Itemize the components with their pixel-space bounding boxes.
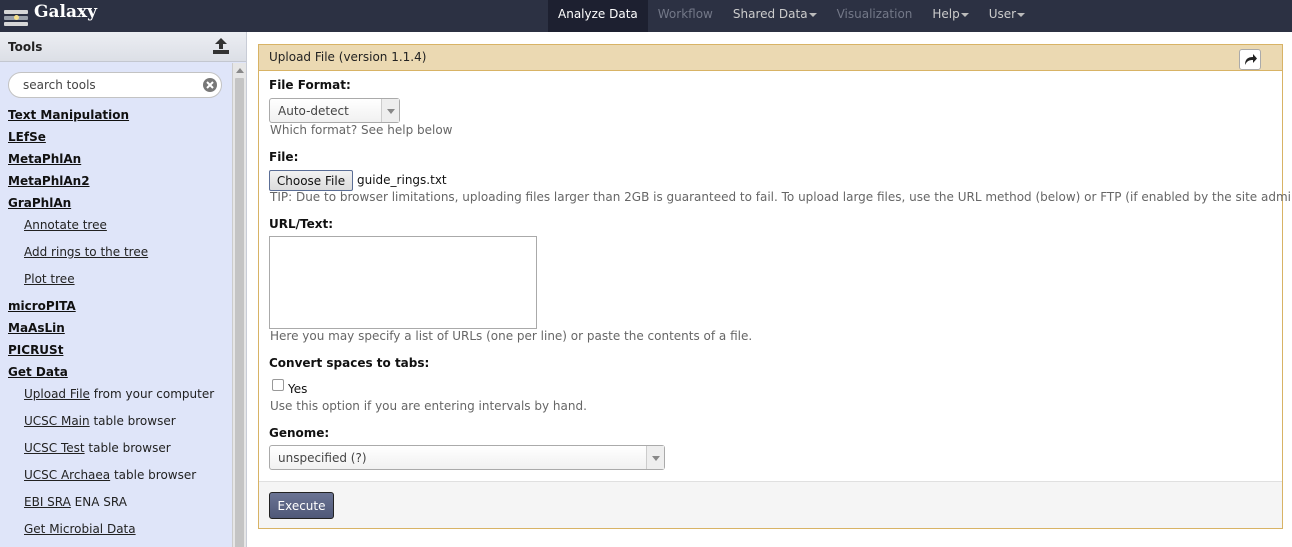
tool-add-rings[interactable]: Add rings to the tree <box>24 245 148 259</box>
genome-value: unspecified (?) <box>278 451 367 465</box>
tool-link[interactable]: Add rings to the tree <box>24 245 148 259</box>
section-micropita[interactable]: microPITA <box>8 299 76 313</box>
share-arrow-icon <box>1245 54 1257 65</box>
nav-label: Visualization <box>836 7 913 21</box>
tool-panel-title: Tools <box>8 40 43 54</box>
scroll-up-arrow-icon[interactable] <box>236 68 244 73</box>
genome-select[interactable]: unspecified (?) <box>269 445 665 470</box>
tool-desc: from your computer <box>89 387 215 401</box>
tool-ucsc-test[interactable]: UCSC Test table browser <box>24 441 171 455</box>
tool-desc: table browser <box>110 468 197 482</box>
form-title-bar: Upload File (version 1.1.4) <box>259 45 1282 71</box>
galaxy-logo-icon <box>4 4 30 28</box>
scroll-thumb[interactable] <box>235 78 244 547</box>
execute-button[interactable]: Execute <box>269 492 334 519</box>
tool-link[interactable]: Get Microbial Data <box>24 522 136 536</box>
nav-label: User <box>988 7 1017 21</box>
caret-down-icon <box>960 12 969 17</box>
section-maaslin[interactable]: MaAsLin <box>8 321 65 335</box>
convert-spaces-option[interactable]: Yes <box>288 382 307 396</box>
convert-spaces-label: Convert spaces to tabs: <box>269 356 430 370</box>
tool-link[interactable]: Annotate tree <box>24 218 107 232</box>
file-format-select[interactable]: Auto-detect <box>269 98 400 123</box>
convert-spaces-help: Use this option if you are entering inte… <box>270 399 587 413</box>
tool-panel-scrollbar[interactable] <box>232 63 246 547</box>
tool-ucsc-archaea[interactable]: UCSC Archaea table browser <box>24 468 196 482</box>
nav-visualization[interactable]: Visualization <box>827 0 923 32</box>
section-text-manipulation[interactable]: Text Manipulation <box>8 108 129 122</box>
tool-get-microbial-data[interactable]: Get Microbial Data <box>24 522 136 536</box>
selected-file-name: guide_rings.txt <box>357 173 447 187</box>
share-button[interactable] <box>1239 49 1261 70</box>
section-metaphlan2[interactable]: MetaPhlAn2 <box>8 174 90 188</box>
tool-link[interactable]: EBI SRA <box>24 495 71 509</box>
form-title: Upload File (version 1.1.4) <box>269 50 427 64</box>
nav-label: Shared Data <box>732 7 808 21</box>
url-text-label: URL/Text: <box>269 217 334 231</box>
brand-title: Galaxy <box>34 2 98 22</box>
tool-panel-header: Tools <box>0 32 246 62</box>
choose-file-button[interactable]: Choose File <box>269 170 353 191</box>
file-label: File: <box>269 150 299 164</box>
tool-link[interactable]: Plot tree <box>24 272 75 286</box>
brand[interactable]: Galaxy <box>4 0 97 32</box>
tool-desc: table browser <box>84 441 171 455</box>
tool-upload-file[interactable]: Upload File from your computer <box>24 387 214 401</box>
tool-panel: Tools Text Manipulation LEfSe MetaPhlAn … <box>0 32 247 547</box>
chevron-down-icon <box>381 99 399 122</box>
tool-annotate-tree[interactable]: Annotate tree <box>24 218 107 232</box>
caret-down-icon <box>808 12 817 17</box>
url-text-area[interactable] <box>269 236 537 329</box>
tool-list: Text Manipulation LEfSe MetaPhlAn MetaPh… <box>0 63 232 547</box>
section-graphlan[interactable]: GraPhlAn <box>8 196 71 210</box>
nav-label: Help <box>932 7 960 21</box>
nav-label: Workflow <box>657 7 713 21</box>
nav-workflow[interactable]: Workflow <box>648 0 723 32</box>
genome-label: Genome: <box>269 426 330 440</box>
url-text-help: Here you may specify a list of URLs (one… <box>270 329 753 343</box>
convert-spaces-checkbox[interactable] <box>272 379 284 391</box>
center-panel: Upload File (version 1.1.4) File Format:… <box>248 32 1292 547</box>
upload-form: Upload File (version 1.1.4) File Format:… <box>258 44 1292 529</box>
section-lefse[interactable]: LEfSe <box>8 130 46 144</box>
tool-link[interactable]: UCSC Main <box>24 414 90 428</box>
tool-ebi-sra[interactable]: EBI SRA ENA SRA <box>24 495 127 509</box>
section-picrust[interactable]: PICRUSt <box>8 343 63 357</box>
nav-label: Analyze Data <box>558 7 638 21</box>
tool-search <box>8 72 222 98</box>
nav-analyze-data[interactable]: Analyze Data <box>548 0 648 32</box>
tool-ucsc-main[interactable]: UCSC Main table browser <box>24 414 176 428</box>
tool-desc: ENA SRA <box>70 495 127 509</box>
file-help: TIP: Due to browser limitations, uploadi… <box>270 190 1292 204</box>
tool-link[interactable]: UCSC Archaea <box>24 468 110 482</box>
tool-desc: table browser <box>89 414 176 428</box>
file-format-label: File Format: <box>269 78 351 92</box>
top-nav: Analyze Data Workflow Shared Data Visual… <box>548 0 1035 32</box>
chevron-down-icon <box>646 446 664 469</box>
clear-search-icon[interactable] <box>202 77 218 93</box>
nav-help[interactable]: Help <box>922 0 978 32</box>
tool-link[interactable]: UCSC Test <box>24 441 85 455</box>
search-input[interactable] <box>23 77 193 93</box>
tool-link[interactable]: Upload File <box>24 387 90 401</box>
masthead: Galaxy Analyze Data Workflow Shared Data… <box>0 0 1292 32</box>
nav-user[interactable]: User <box>979 0 1035 32</box>
section-metaphlan[interactable]: MetaPhlAn <box>8 152 81 166</box>
file-format-help: Which format? See help below <box>270 123 453 137</box>
section-get-data[interactable]: Get Data <box>8 365 68 379</box>
tool-plot-tree[interactable]: Plot tree <box>24 272 75 286</box>
form-footer: Execute <box>259 481 1282 528</box>
caret-down-icon <box>1017 12 1026 17</box>
file-format-value: Auto-detect <box>278 104 349 118</box>
nav-shared-data[interactable]: Shared Data <box>723 0 827 32</box>
upload-icon[interactable] <box>212 37 230 55</box>
